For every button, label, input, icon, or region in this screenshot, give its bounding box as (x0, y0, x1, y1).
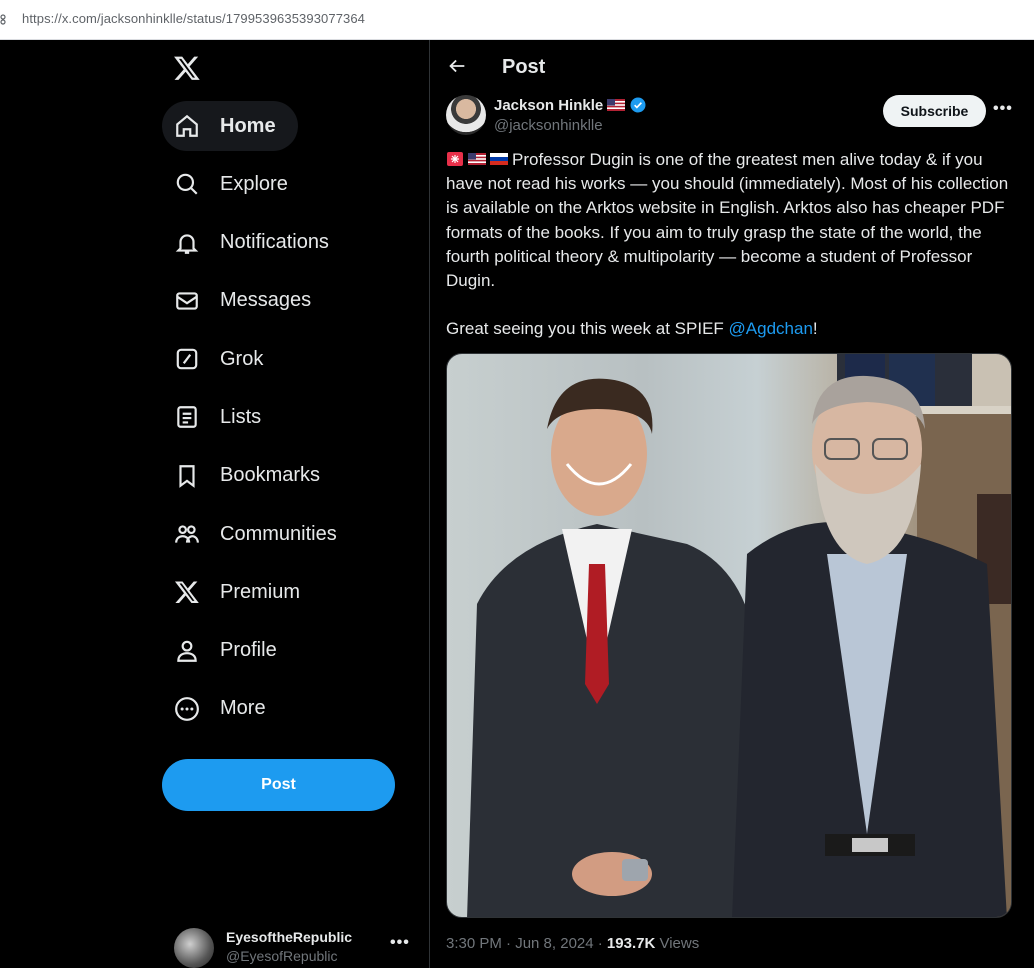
site-info-icon[interactable] (0, 12, 10, 26)
grok-icon (174, 346, 200, 372)
post-text: Professor Dugin is one of the greatest m… (446, 148, 1024, 341)
nav-item-premium[interactable]: Premium (162, 567, 322, 617)
post-photo[interactable] (446, 353, 1012, 918)
post-paragraph-2-text: Great seeing you this week at SPIEF (446, 319, 729, 339)
nav-label: Grok (220, 347, 264, 370)
author-name[interactable]: Jackson Hinkle (494, 97, 603, 114)
compose-post-button[interactable]: Post (162, 759, 395, 811)
nav-label: More (220, 697, 266, 720)
author-handle[interactable]: @jacksonhinklle (494, 117, 603, 134)
mention-link[interactable]: @Agdchan (729, 319, 813, 338)
nav-label: Profile (220, 639, 277, 662)
primary-nav: Home Explore Notifications Messages Grok… (162, 101, 422, 742)
more-options-icon[interactable]: ••• (390, 934, 410, 952)
nav-label: Home (220, 114, 276, 137)
nav-item-home[interactable]: Home (162, 101, 298, 151)
nav-label: Notifications (220, 231, 329, 254)
account-name: EyesoftheRepublic (226, 929, 353, 945)
us-flag-emoji-icon (468, 153, 486, 165)
communities-icon (174, 521, 200, 547)
nav-label: Communities (220, 522, 337, 545)
post-detail: Post Jackson Hinkle @jacksonhinklle Subs… (430, 40, 1034, 968)
subscribe-button[interactable]: Subscribe (883, 95, 986, 127)
more-options-icon[interactable]: ••• (993, 100, 1013, 118)
x-logo-icon (174, 579, 200, 605)
nav-label: Bookmarks (220, 464, 321, 487)
author-avatar[interactable] (446, 95, 486, 135)
nav-item-bookmarks[interactable]: Bookmarks (162, 451, 342, 501)
nav-item-communities[interactable]: Communities (162, 509, 359, 559)
verified-badge-icon (630, 97, 646, 113)
us-flag-icon (607, 99, 626, 111)
search-icon (174, 171, 200, 197)
post-meta: 3:30 PM · Jun 8, 2024 · 193.7K Views (446, 935, 699, 952)
person-icon (174, 638, 200, 664)
browser-url-bar[interactable]: https://x.com/jacksonhinklle/status/1799… (0, 0, 1034, 40)
list-icon (174, 404, 200, 430)
envelope-icon (174, 288, 200, 314)
x-logo-icon[interactable] (172, 54, 202, 82)
nav-item-messages[interactable]: Messages (162, 276, 333, 326)
nav-item-profile[interactable]: Profile (162, 626, 299, 676)
bell-icon (174, 230, 200, 256)
post-timestamp[interactable]: 3:30 PM · Jun 8, 2024 · (446, 935, 607, 952)
post-paragraph-2: Great seeing you this week at SPIEF @Agd… (446, 317, 1024, 341)
home-icon (174, 113, 200, 139)
nav-item-more[interactable]: More (162, 684, 288, 734)
post-paragraph-2-end: ! (812, 319, 818, 339)
account-switcher[interactable]: EyesoftheRepublic @EyesofRepublic ••• (172, 926, 422, 968)
nav-item-grok[interactable]: Grok (162, 334, 285, 384)
nav-label: Lists (220, 405, 262, 428)
url-text[interactable]: https://x.com/jacksonhinklle/status/1799… (22, 11, 365, 26)
account-handle: @EyesofRepublic (226, 948, 338, 964)
photo-illustration (467, 354, 1011, 917)
post-paragraph-1-text: Professor Dugin is one of the greatest m… (446, 150, 1009, 291)
post-paragraph-1: Professor Dugin is one of the greatest m… (446, 148, 1024, 293)
nav-item-explore[interactable]: Explore (162, 159, 310, 209)
views-count: 193.7K (606, 935, 656, 952)
russia-flag-emoji-icon (490, 153, 508, 165)
nav-label: Messages (220, 289, 312, 312)
avatar (174, 928, 214, 968)
nav-item-notifications[interactable]: Notifications (162, 218, 351, 268)
views-label: Views (655, 935, 700, 952)
nav-label: Explore (220, 172, 288, 195)
more-circle-icon (174, 696, 200, 722)
nav-item-lists[interactable]: Lists (162, 392, 283, 442)
back-arrow-icon[interactable] (446, 55, 468, 77)
siren-emoji-icon (447, 152, 463, 166)
page-title: Post (502, 56, 546, 78)
nav-label: Premium (220, 580, 301, 603)
bookmark-icon (174, 463, 200, 489)
author-name-row[interactable]: Jackson Hinkle (494, 96, 647, 114)
